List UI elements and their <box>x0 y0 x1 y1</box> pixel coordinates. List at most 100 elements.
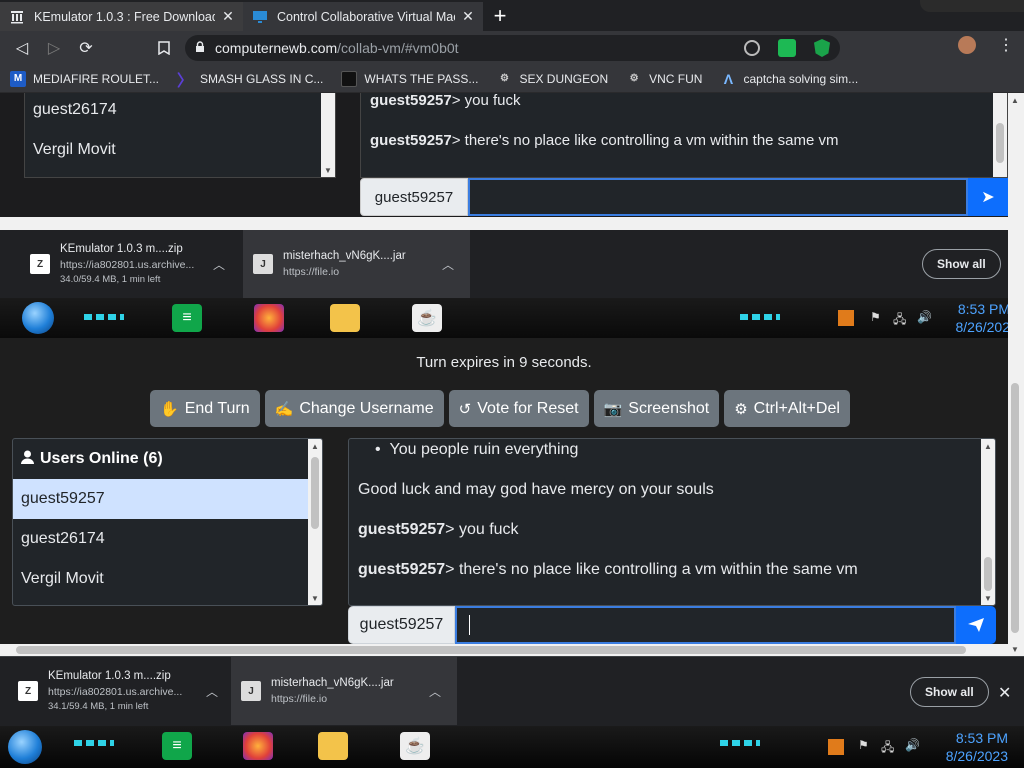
scroll-thumb[interactable] <box>311 457 319 529</box>
firefox-icon[interactable] <box>243 732 273 760</box>
signature-icon: ✍ <box>274 400 294 418</box>
bookmark-mediafire[interactable]: M MEDIAFIRE ROULET... <box>10 70 159 87</box>
page-horizontal-scrollbar[interactable] <box>0 644 1008 656</box>
end-turn-button[interactable]: ✋ End Turn <box>150 390 260 427</box>
chevron-down-icon[interactable]: ▼ <box>981 591 995 605</box>
show-all-button[interactable]: Show all <box>910 677 989 707</box>
page-scrollbar[interactable]: ▲ ▼ <box>1008 93 1024 656</box>
tab-kemulator[interactable]: KEmulator 1.0.3 : Free Download, B ✕ <box>0 2 243 31</box>
vm-chat-input <box>468 178 968 216</box>
lock-icon <box>195 40 215 56</box>
bookmark-label: SMASH GLASS IN C... <box>200 71 324 86</box>
vm-scrollbar: ▼ <box>321 93 335 177</box>
firefox-icon <box>254 304 284 332</box>
clock[interactable]: 8:53 PM 8/26/2023 <box>924 729 1008 765</box>
scroll-thumb[interactable] <box>16 646 966 654</box>
zip-file-icon: Z <box>18 681 38 701</box>
screenshot-button[interactable]: 📷 Screenshot <box>593 390 720 427</box>
vm-username: guest59257 <box>360 178 468 216</box>
vm-download-shelf: Z KEmulator 1.0.3 m....zip https://ia802… <box>0 230 1008 298</box>
chevron-down-icon[interactable]: ▼ <box>308 591 322 605</box>
user-row-self[interactable]: guest59257 <box>13 479 309 519</box>
page-content: guest26174 Vergil Movit ▼ guest59257> yo… <box>0 93 1024 656</box>
user-row[interactable]: guest26174 <box>13 519 309 559</box>
vm-controls: ✋ End Turn ✍ Change Username ↺ Vote for Res… <box>150 390 855 427</box>
chat-list-item: • You people ruin everything <box>375 441 579 458</box>
turn-status: Turn expires in 9 seconds. <box>416 354 592 371</box>
change-username-button[interactable]: ✍ Change Username <box>264 390 444 427</box>
reload-icon[interactable]: ⟳ <box>70 34 102 62</box>
network-icon[interactable]: 🖧 <box>881 738 894 759</box>
chevron-down-icon[interactable]: ▼ <box>1008 642 1022 656</box>
vote-reset-button[interactable]: ↺ Vote for Reset <box>448 390 589 427</box>
chevron-up-icon[interactable]: ︿ <box>206 683 218 700</box>
username-display[interactable]: guest59257 <box>348 606 455 644</box>
bookmark-captcha[interactable]: Λ captcha solving sim... <box>720 71 858 87</box>
chat-log: • You people ruin everything Good luck a… <box>348 438 996 606</box>
java-icon: ☕ <box>412 304 442 332</box>
bookmark-label: VNC FUN <box>649 71 703 86</box>
camera-icon: 📷 <box>603 400 623 418</box>
avatar[interactable] <box>958 36 976 54</box>
users-scrollbar[interactable]: ▲ ▼ <box>308 439 322 605</box>
chevron-up-icon[interactable]: ▲ <box>1008 93 1022 107</box>
chat-input-row: guest59257 <box>348 606 996 644</box>
vm-taskbar: ≡ ☕ ⚑ 🖧 🔊 8:53 PM 8/26/202 <box>0 298 1008 338</box>
back-icon[interactable]: ◁ <box>6 34 38 62</box>
vm-display[interactable]: guest26174 Vergil Movit ▼ guest59257> yo… <box>0 93 1008 338</box>
user-row[interactable]: Vergil Movit <box>13 559 309 599</box>
browser-toolbar: ◁ ▷ ⟳ computernewb.com/collab-vm/#vm0b0t… <box>0 31 1024 65</box>
forward-icon[interactable]: ▷ <box>38 34 70 62</box>
scroll-thumb[interactable] <box>984 557 992 591</box>
flag-icon[interactable]: ⚑ <box>858 738 869 752</box>
flag-icon: ⚑ <box>870 310 881 324</box>
java-tray-icon <box>838 310 854 326</box>
send-icon <box>968 618 984 632</box>
chat-input[interactable] <box>455 606 956 644</box>
tab-collabvm[interactable]: Control Collaborative Virtual Mach ✕ <box>243 2 483 31</box>
chevron-up-icon[interactable]: ︿ <box>429 683 441 700</box>
bookmark-sex-dungeon[interactable]: ⚙ SEX DUNGEON <box>496 71 608 87</box>
bookmark-icon[interactable] <box>148 34 180 62</box>
chevron-down-icon: ▼ <box>324 165 332 175</box>
taskbar: ≡ ☕ ⚑ 🖧 🔊 8:53 PM 8/26/2023 <box>0 726 1024 768</box>
chat-scrollbar[interactable]: ▲ ▼ <box>981 439 995 605</box>
camera-blocked-icon[interactable] <box>744 40 760 56</box>
start-orb-icon <box>22 302 54 334</box>
chevron-up-icon[interactable]: ▲ <box>308 439 322 453</box>
java-tray-icon[interactable] <box>828 739 844 755</box>
close-icon[interactable]: ✕ <box>461 8 475 25</box>
send-button[interactable] <box>956 606 996 644</box>
chevron-up-icon: ︿ <box>212 257 225 272</box>
java-icon[interactable]: ☕ <box>400 732 430 760</box>
menu-icon[interactable]: ⋮ <box>998 35 1014 55</box>
close-icon[interactable]: ✕ <box>998 683 1011 703</box>
notes-app-icon[interactable]: ≡ <box>162 732 192 760</box>
download-item[interactable]: J misterhach_vN6gK....jar https://file.i… <box>231 657 457 725</box>
url-host: computernewb.com <box>215 40 338 56</box>
bookmark-smash-glass[interactable]: 〉 SMASH GLASS IN C... <box>177 71 324 90</box>
bookmark-label: WHATS THE PASS... <box>364 71 479 86</box>
new-tab-button[interactable]: + <box>487 3 513 29</box>
ctrl-alt-del-button[interactable]: ⚙ Ctrl+Alt+Del <box>724 390 850 427</box>
chevron-up-icon[interactable]: ▲ <box>981 439 995 453</box>
spotify-extension-icon[interactable] <box>778 39 796 57</box>
shield-icon[interactable] <box>814 39 830 57</box>
chat-system-message: Good luck and may god have mercy on your… <box>358 481 714 498</box>
bookmark-whats-the-pass[interactable]: WHATS THE PASS... <box>341 70 479 87</box>
tab-title: Control Collaborative Virtual Mach <box>277 9 455 24</box>
download-item[interactable]: Z KEmulator 1.0.3 m....zip https://ia802… <box>8 657 226 725</box>
vm-user: Vergil Movit <box>33 141 116 158</box>
folder-icon[interactable] <box>318 732 348 760</box>
jar-file-icon: J <box>253 254 273 274</box>
close-icon[interactable]: ✕ <box>221 8 235 25</box>
volume-icon[interactable]: 🔊 <box>905 738 920 752</box>
address-bar[interactable]: computernewb.com/collab-vm/#vm0b0t <box>185 35 840 61</box>
scroll-thumb[interactable] <box>1011 383 1019 633</box>
zip-file-icon: Z <box>30 254 50 274</box>
bookmark-vnc-fun[interactable]: ⚙ VNC FUN <box>626 71 703 87</box>
chevron-up-icon: ︿ <box>441 257 454 272</box>
archive-icon <box>8 9 26 25</box>
monitor-icon <box>251 9 269 25</box>
start-orb-icon[interactable] <box>8 730 42 764</box>
